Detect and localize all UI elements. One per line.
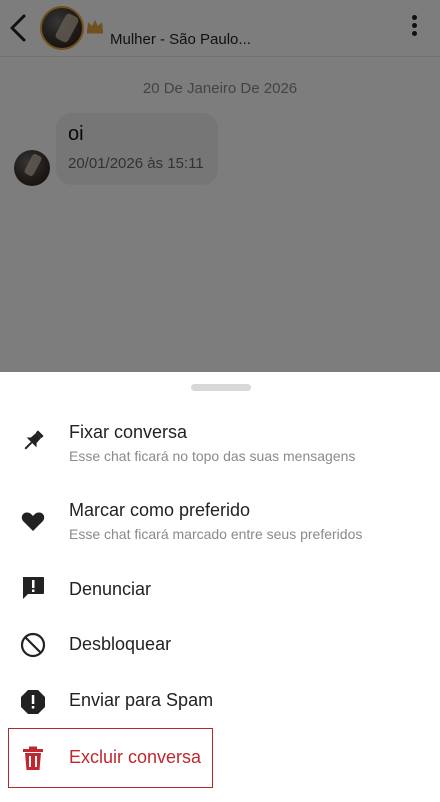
spam-icon: [21, 690, 45, 714]
menu-item-title: Fixar conversa: [69, 422, 188, 442]
block-icon: [20, 632, 46, 658]
menu-item-favorite[interactable]: Marcar como preferido Esse chat ficará m…: [0, 494, 440, 554]
menu-item-description: Esse chat ficará marcado entre seus pref…: [69, 526, 363, 542]
menu-item-title: Excluir conversa: [69, 747, 202, 767]
menu-item-delete-chat[interactable]: Excluir conversa: [0, 738, 440, 778]
menu-item-pin-chat[interactable]: Fixar conversa Esse chat ficará no topo …: [0, 416, 440, 476]
sheet-handle[interactable]: [191, 384, 251, 391]
menu-item-spam[interactable]: Enviar para Spam: [0, 681, 440, 721]
options-bottom-sheet: Fixar conversa Esse chat ficará no topo …: [0, 372, 440, 802]
menu-item-title: Desbloquear: [69, 634, 172, 654]
menu-item-unblock[interactable]: Desbloquear: [0, 625, 440, 665]
menu-item-report[interactable]: Denunciar: [0, 570, 440, 610]
trash-icon: [23, 746, 43, 770]
report-icon: [23, 577, 44, 599]
menu-item-title: Marcar como preferido: [69, 500, 251, 520]
heart-icon: [21, 512, 45, 531]
menu-item-description: Esse chat ficará no topo das suas mensag…: [69, 448, 356, 464]
menu-item-title: Denunciar: [69, 579, 152, 599]
menu-item-title: Enviar para Spam: [69, 690, 214, 710]
pin-icon: [24, 430, 44, 450]
